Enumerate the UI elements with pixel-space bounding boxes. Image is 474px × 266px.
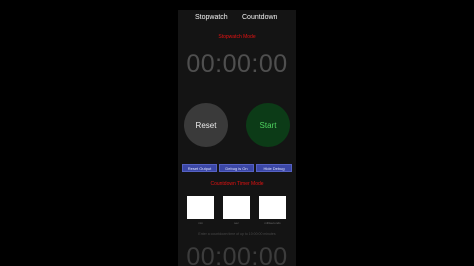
minutes-label: min [198,221,203,225]
mode-tabs: Stopwatch Countdown [178,10,296,28]
countdown-time-display: 00:00:00 [186,243,288,266]
seconds-label: sec [234,221,239,225]
seconds-input[interactable] [223,196,250,219]
minutes-input[interactable] [187,196,214,219]
reset-button[interactable]: Reset [184,103,228,147]
milliseconds-label: milliseconds [264,221,281,225]
reset-output-button[interactable]: Reset Output [182,164,217,172]
debug-toggle-button[interactable]: Debug is On [219,164,254,172]
timer-app: Stopwatch Countdown Stopwatch Mode 00:00… [178,10,296,266]
tab-countdown[interactable]: Countdown [242,14,277,21]
countdown-mode-title: Countdown Timer Mode [210,181,264,187]
milliseconds-input[interactable] [259,196,286,219]
stopwatch-time-display: 00:00:00 [186,50,288,78]
stopwatch-mode-title: Stopwatch Mode [218,34,256,40]
start-button[interactable]: Start [246,103,290,147]
hide-debug-button[interactable]: Hide Debug [256,164,292,172]
debug-button-row: Reset Output Debug is On Hide Debug [182,164,294,172]
tab-stopwatch[interactable]: Stopwatch [195,14,228,21]
countdown-hint: Enter a countdown time of up to 10:00:00… [198,232,276,236]
